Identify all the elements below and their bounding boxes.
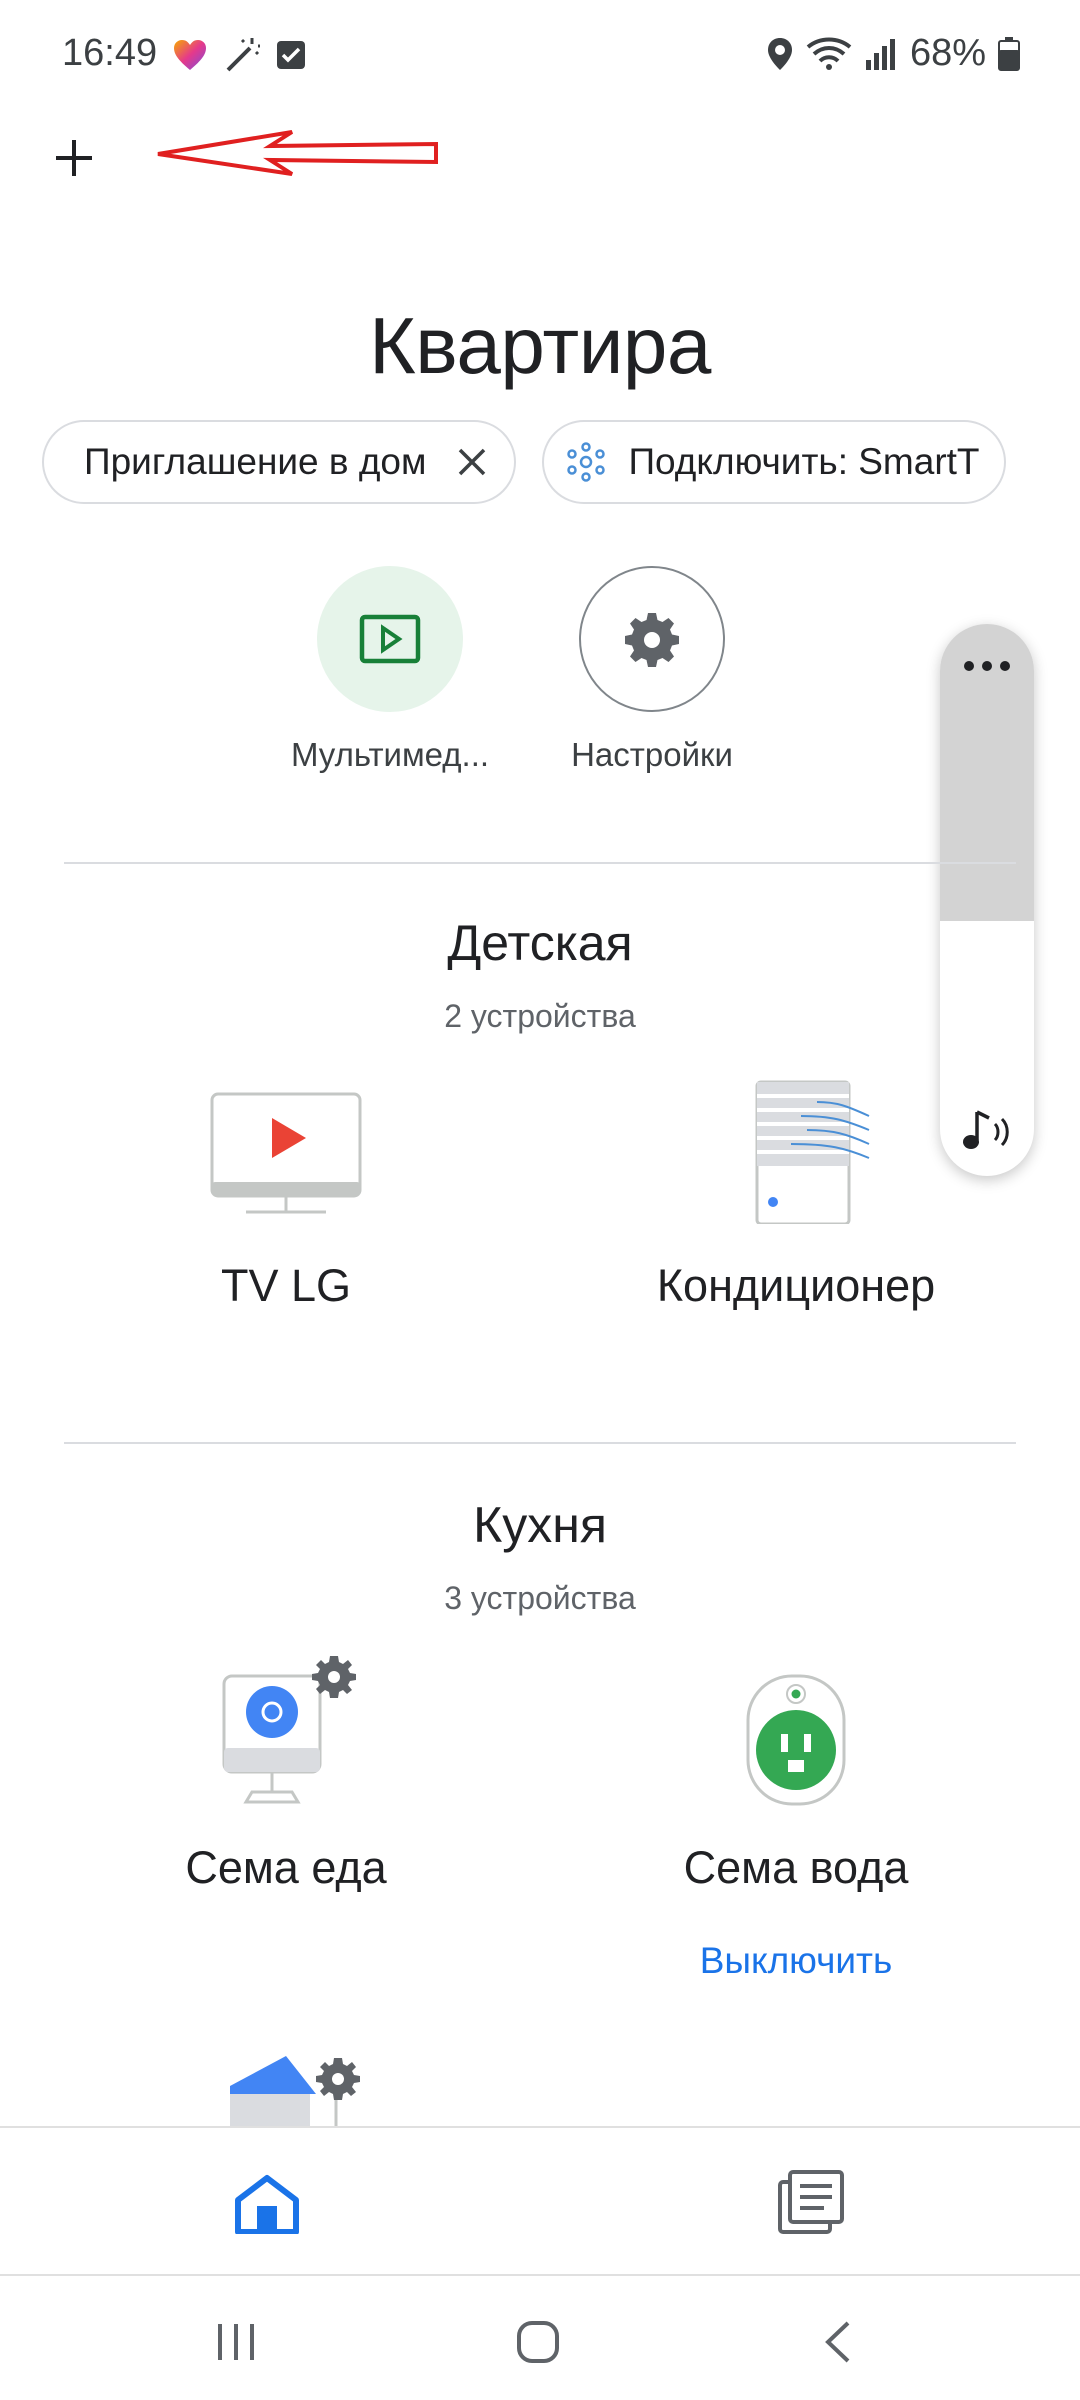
add-button[interactable] xyxy=(46,130,102,186)
invite-chip[interactable]: Приглашение в дом xyxy=(42,420,517,504)
status-system-icons: 68% xyxy=(766,32,1020,75)
room-device-count: 3 устройства xyxy=(444,1580,636,1616)
room-device-count: 2 устройства xyxy=(444,998,636,1034)
settings-shortcut-circle[interactable] xyxy=(579,566,725,712)
device-sema-voda[interactable]: Сема вода Выключить xyxy=(586,1636,1006,1982)
air-conditioner-icon xyxy=(696,1054,896,1224)
bottom-navigation xyxy=(0,2126,1080,2274)
system-home-icon[interactable] xyxy=(516,2320,560,2369)
status-notification-icons xyxy=(172,36,306,74)
device-name: TV LG xyxy=(220,1260,352,1311)
magic-wand-icon xyxy=(226,38,260,72)
turn-off-button[interactable]: Выключить xyxy=(700,1940,893,1982)
location-icon xyxy=(767,37,792,70)
smart-plug-icon xyxy=(696,1636,896,1806)
signal-icon xyxy=(865,38,895,70)
home-tab-icon[interactable] xyxy=(232,2174,302,2235)
divider xyxy=(64,862,1016,864)
plus-icon xyxy=(56,140,92,176)
smartthings-icon xyxy=(567,442,606,482)
device-air-conditioner[interactable]: Кондиционер xyxy=(586,1054,1006,1312)
connect-smartthings-chip[interactable]: Подключить: SmartT xyxy=(542,420,1006,504)
back-icon[interactable] xyxy=(822,2320,852,2369)
media-play-icon xyxy=(359,614,421,664)
battery-percentage: 68% xyxy=(909,32,986,74)
more-options-icon[interactable] xyxy=(940,660,1034,672)
room-title-detskaya: Детская xyxy=(447,915,633,971)
heart-app-icon xyxy=(174,40,206,70)
room-title-kukhnya: Кухня xyxy=(473,1497,607,1553)
battery-icon xyxy=(998,36,1020,71)
tv-icon xyxy=(186,1054,386,1224)
device-sema-eda[interactable]: Сема еда xyxy=(76,1636,496,1894)
media-shortcut-label: Мультимед... xyxy=(290,736,490,773)
media-shortcut[interactable]: Мультимед... xyxy=(291,566,489,774)
shortcuts-row: Мультимед... Настройки xyxy=(291,566,742,774)
system-navigation-bar xyxy=(0,2274,1080,2400)
wifi-icon xyxy=(806,37,852,70)
device-name: Кондиционер xyxy=(656,1260,936,1311)
invite-chip-label: Приглашение в дом xyxy=(84,441,427,482)
device-name: Сема еда xyxy=(185,1842,387,1893)
media-shortcut-circle[interactable] xyxy=(317,566,463,712)
gear-icon xyxy=(625,613,679,667)
status-time: 16:49 xyxy=(62,32,158,74)
close-icon[interactable] xyxy=(454,444,490,480)
camera-icon xyxy=(186,1636,386,1806)
settings-shortcut-label: Настройки xyxy=(571,736,733,773)
status-bar: 16:49 68% xyxy=(0,0,1080,110)
connect-chip-label: Подключить: SmartT xyxy=(628,441,980,482)
settings-shortcut[interactable]: Настройки xyxy=(562,566,742,774)
divider xyxy=(64,1442,1016,1444)
device-tv-lg[interactable]: TV LG xyxy=(76,1054,496,1312)
annotation-arrow-icon xyxy=(157,130,438,176)
chips-row: Приглашение в дом Подключить: SmartT xyxy=(42,420,1006,504)
checkbox-notification-icon xyxy=(277,41,305,69)
recent-apps-icon[interactable] xyxy=(214,2322,258,2367)
device-name: Сема вода xyxy=(683,1842,909,1893)
feed-tab-icon[interactable] xyxy=(776,2170,846,2234)
home-title: Квартира xyxy=(369,301,711,390)
partial-device-icon[interactable] xyxy=(226,2046,366,2126)
